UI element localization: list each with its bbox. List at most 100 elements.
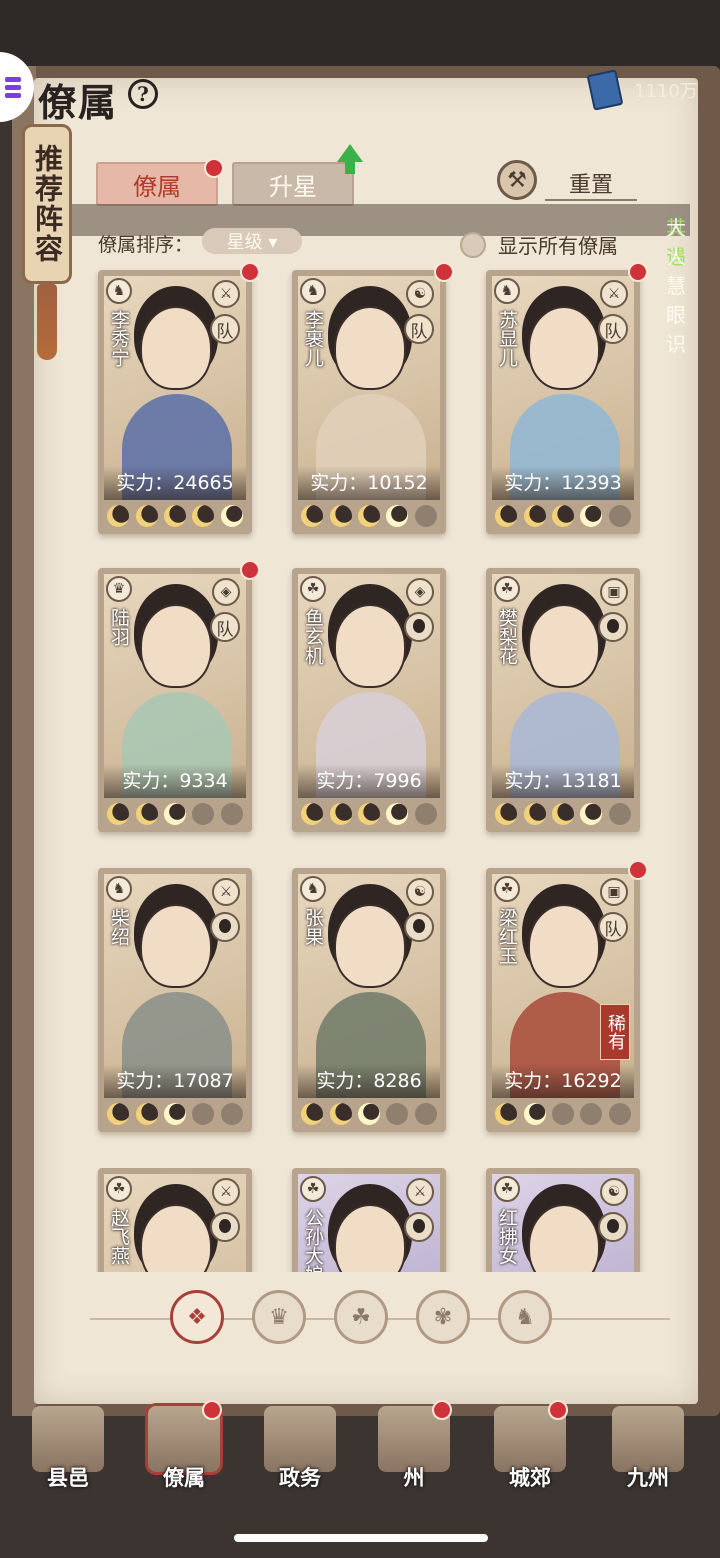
team-badge: 队 (404, 314, 434, 344)
portrait-head (334, 306, 406, 390)
team-badge: 队 (210, 612, 240, 642)
character-card[interactable]: ♞ 张果 ☯ 实力：8286 (292, 868, 446, 1132)
portrait-head (140, 1204, 212, 1272)
moon-star-icon (523, 1103, 546, 1125)
star-rating (298, 502, 440, 530)
moon-star-icon (580, 1103, 603, 1125)
star-rating (492, 502, 634, 530)
show-all-toggle[interactable]: 显示所有僚属 (460, 230, 618, 259)
moon-star-icon (220, 803, 243, 825)
character-name: 李裹儿 (302, 310, 324, 367)
moon-star-icon (608, 1103, 631, 1125)
character-power: 实力：16292 (492, 1064, 634, 1098)
character-card[interactable]: ♛ 陆羽 ◈ 队实力：9334 (98, 560, 260, 832)
character-power: 实力：24665 (104, 466, 246, 500)
portrait-head (140, 604, 212, 688)
partial-card-row: ☘ 赵飞燕 ⚔ ☘ 公孙大娘 ⚔ ☘ 红拂女 ☯ (96, 1168, 656, 1272)
character-name: 鱼玄机 (302, 608, 324, 665)
attribute-icon: ⚔ (212, 1178, 240, 1206)
class-icon: ☘ (494, 576, 520, 602)
star-rating (492, 800, 634, 828)
home-indicator (234, 1534, 488, 1542)
moon-star-icon (414, 803, 437, 825)
moon-star-icon (386, 505, 409, 527)
star-rating (104, 502, 246, 530)
character-card[interactable]: ☘ 公孙大娘 ⚔ (292, 1168, 446, 1272)
class-filter-button[interactable]: ❖ (170, 1290, 224, 1344)
character-power: 实力：12393 (492, 466, 634, 500)
nav-item[interactable]: 城郊 (482, 1400, 578, 1500)
class-filter-button[interactable]: ♛ (252, 1290, 306, 1344)
moon-star-icon (551, 803, 574, 825)
class-icon: ☘ (494, 1176, 520, 1202)
help-icon[interactable]: ? (128, 79, 158, 109)
nav-label: 政务 (279, 1465, 321, 1490)
character-card[interactable]: ☘ 樊梨花 ▣ 实力：13181 (486, 568, 640, 832)
reset-button[interactable]: 重置 (545, 167, 637, 201)
portrait-head (528, 904, 600, 988)
class-filter-button[interactable]: ♞ (498, 1290, 552, 1344)
nav-item[interactable]: 九州 (600, 1400, 696, 1500)
character-card[interactable]: ♞ 柴绍 ⚔ 实力：17087 (98, 868, 252, 1132)
character-name: 柴绍 (108, 908, 130, 946)
sort-dropdown[interactable]: 星级 ▾ (202, 228, 302, 254)
moon-star-icon (551, 1103, 574, 1125)
partner-avatar-icon (404, 612, 434, 642)
nav-label: 九州 (627, 1465, 669, 1490)
attribute-icon: ▣ (600, 578, 628, 606)
tab-subordinates[interactable]: 僚属 (96, 162, 218, 206)
partner-avatar-icon (598, 612, 628, 642)
partner-avatar-icon (404, 912, 434, 942)
character-name: 梁红玉 (496, 908, 518, 965)
show-all-radio[interactable] (460, 231, 486, 258)
character-name: 赵飞燕 (108, 1208, 130, 1265)
rarity-badge: 稀有 (600, 1004, 630, 1060)
moon-star-icon (580, 505, 603, 527)
moon-star-icon (329, 1103, 352, 1125)
moon-star-icon (192, 1103, 215, 1125)
moon-star-icon (135, 803, 158, 825)
notification-dot (434, 262, 454, 282)
partner-avatar-icon (210, 912, 240, 942)
moon-star-icon (163, 1103, 186, 1125)
class-icon: ☘ (494, 876, 520, 902)
team-badge: 队 (598, 912, 628, 942)
reset-icon[interactable]: ⚒ (497, 160, 537, 200)
nav-label: 州 (403, 1465, 425, 1490)
tab-star-up[interactable]: 升星 (232, 162, 354, 206)
recommended-lineup-button[interactable]: 推荐阵容 (22, 124, 72, 284)
attribute-icon: ◈ (406, 578, 434, 606)
class-filter-button[interactable]: ✾ (416, 1290, 470, 1344)
nav-item[interactable]: 县邑 (20, 1400, 116, 1500)
attribute-icon: ☯ (406, 878, 434, 906)
moon-star-icon (163, 803, 186, 825)
character-card[interactable]: ☘ 鱼玄机 ◈ 实力：7996 (292, 568, 446, 832)
moon-star-icon (107, 1103, 130, 1125)
nav-item[interactable]: 政务 (252, 1400, 348, 1500)
notification-dot (240, 262, 260, 282)
moon-star-icon (357, 1103, 380, 1125)
partner-avatar-icon (210, 1212, 240, 1242)
class-icon: ☘ (300, 576, 326, 602)
moon-star-icon (192, 803, 215, 825)
nav-item[interactable]: 州 (366, 1400, 462, 1500)
page-title: 僚属 (38, 80, 119, 125)
character-power: 实力：10152 (298, 466, 440, 500)
portrait-head (140, 904, 212, 988)
character-card[interactable]: ☘ 赵飞燕 ⚔ (98, 1168, 252, 1272)
character-card[interactable]: ☘ 梁红玉 ▣ 队稀有 实力：16292 (486, 860, 648, 1132)
character-card[interactable]: ♞ 李裹儿 ☯ 队实力：10152 (292, 262, 454, 534)
class-filter-button[interactable]: ☘ (334, 1290, 388, 1344)
sort-label: 僚属排序： (98, 234, 194, 256)
character-card[interactable]: ☘ 红拂女 ☯ (486, 1168, 640, 1272)
class-icon: ☘ (106, 1176, 132, 1202)
moon-star-icon (386, 1103, 409, 1125)
moon-star-icon (551, 505, 574, 527)
character-card[interactable]: ♞ 李秀宁 ⚔ 队实力：24665 (98, 262, 260, 534)
star-rating (492, 1100, 634, 1128)
character-card[interactable]: ♞ 苏显儿 ⚔ 队实力：12393 (486, 262, 648, 534)
moon-star-icon (495, 505, 518, 527)
nav-item[interactable]: 僚属 (136, 1400, 232, 1500)
attribute-icon: ◈ (212, 578, 240, 606)
character-name: 樊梨花 (496, 608, 518, 665)
